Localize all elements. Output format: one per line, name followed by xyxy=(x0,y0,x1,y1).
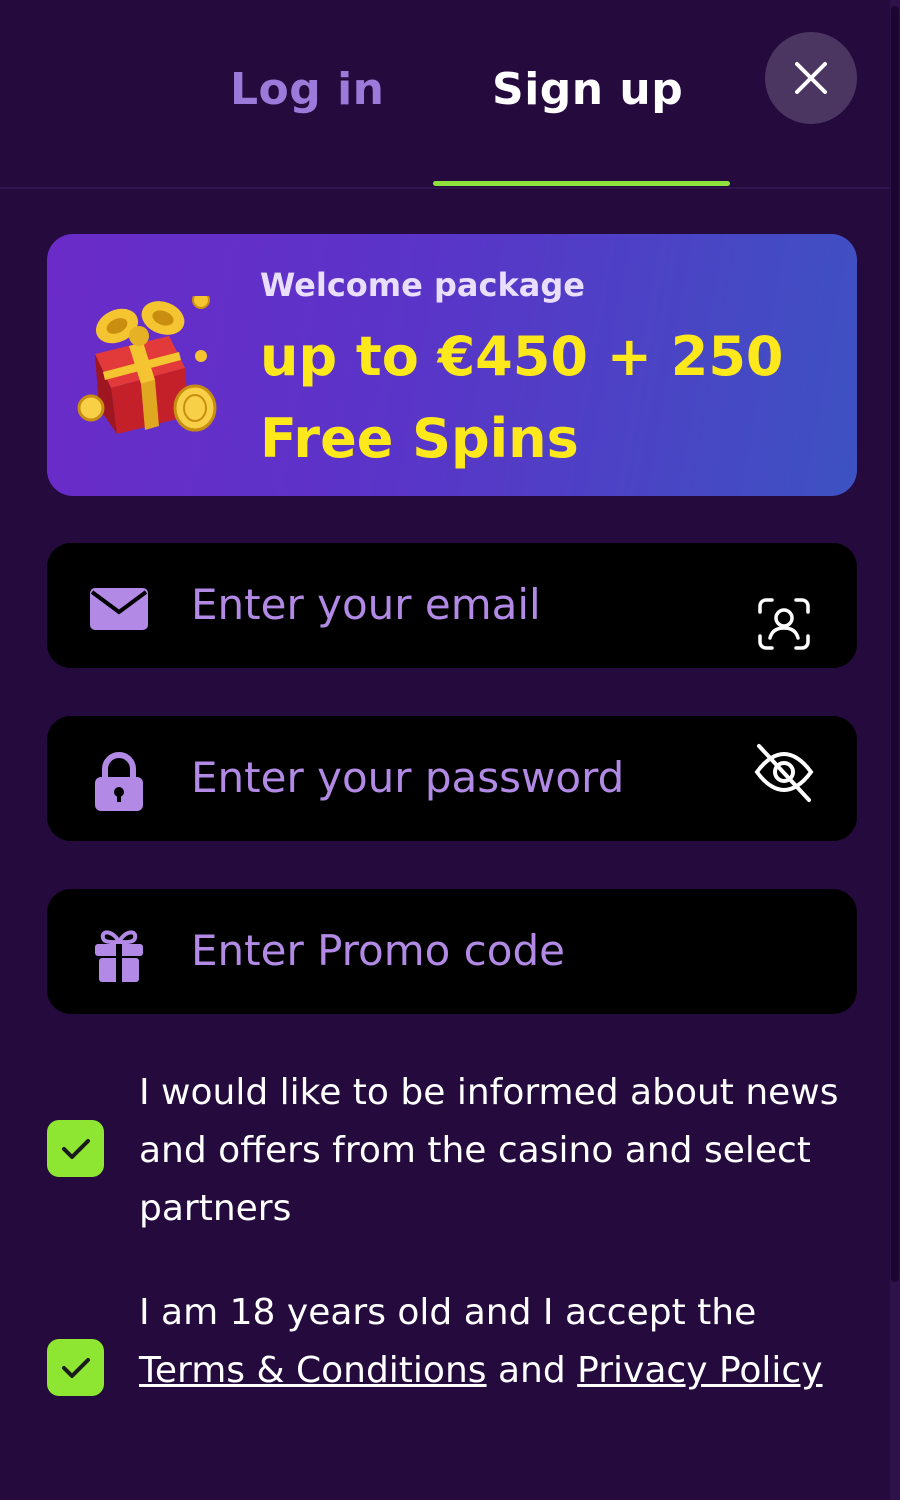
gift-icon xyxy=(89,925,149,985)
banner-offer-title: up to €450 + 250 Free Spins xyxy=(260,325,784,470)
gift-box-with-coins-image xyxy=(77,296,217,434)
checkmark-icon xyxy=(61,1357,90,1378)
email-input[interactable] xyxy=(189,563,753,645)
active-tab-indicator xyxy=(433,181,730,186)
promo-code-field[interactable] xyxy=(47,889,857,1014)
age-terms-checkbox[interactable] xyxy=(47,1339,104,1396)
eye-off-icon[interactable] xyxy=(751,740,817,806)
terms-conditions-link[interactable]: Terms & Conditions xyxy=(139,1350,487,1391)
close-button[interactable] xyxy=(765,32,857,124)
checkmark-icon xyxy=(61,1138,90,1159)
scrollbar-thumb[interactable] xyxy=(891,6,899,1282)
close-icon xyxy=(795,62,827,94)
news-consent-label: I would like to be informed about news a… xyxy=(139,1072,839,1229)
auth-tabs: Log in Sign up xyxy=(0,0,890,189)
scrollbar[interactable] xyxy=(890,0,900,1500)
envelope-icon xyxy=(89,579,149,639)
welcome-package-banner: Welcome package up to €450 + 250 Free Sp… xyxy=(47,234,857,496)
lock-icon xyxy=(89,752,149,812)
tab-signup[interactable]: Sign up xyxy=(492,64,683,115)
email-field[interactable] xyxy=(47,543,857,668)
password-field[interactable] xyxy=(47,716,857,841)
age-terms-label: I am 18 years old and I accept the Terms… xyxy=(139,1284,839,1400)
age-terms-and: and xyxy=(497,1350,566,1391)
age-terms-prefix: I am 18 years old and I accept the xyxy=(139,1292,757,1333)
signup-modal: Log in Sign up Welcome package up to €45… xyxy=(0,0,900,1500)
face-scan-icon[interactable] xyxy=(751,591,817,657)
banner-subtitle: Welcome package xyxy=(260,266,585,304)
news-consent-checkbox[interactable] xyxy=(47,1120,104,1177)
tab-login[interactable]: Log in xyxy=(230,64,385,115)
password-input[interactable] xyxy=(189,736,753,818)
privacy-policy-link[interactable]: Privacy Policy xyxy=(577,1350,822,1391)
promo-code-input[interactable] xyxy=(189,909,753,991)
